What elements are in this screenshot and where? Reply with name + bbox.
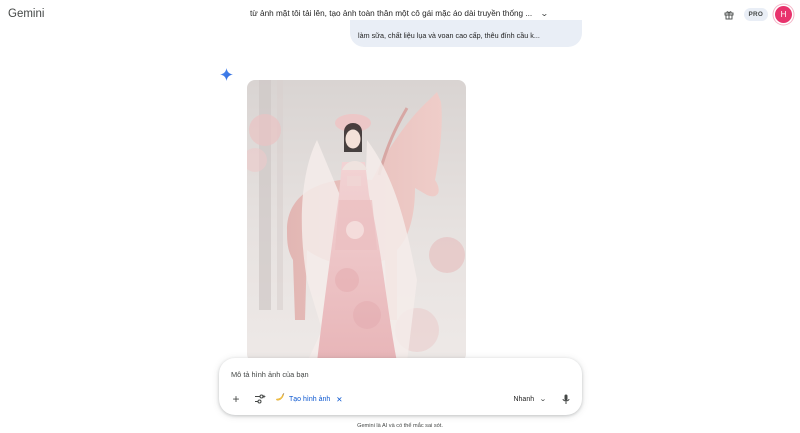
composer-toolbar: + Tạo hình ảnh ✕ Nhanh ⌄: [229, 392, 572, 406]
tools-icon[interactable]: [253, 392, 267, 406]
gemini-app: Gemini từ ảnh mặt tôi tải lên, tạo ảnh t…: [0, 0, 800, 433]
pro-badge[interactable]: PRO: [743, 8, 768, 21]
generated-image[interactable]: [247, 80, 466, 362]
gift-icon[interactable]: [721, 7, 737, 23]
conversation-title-dropdown[interactable]: từ ảnh mặt tôi tải lên, tạo ảnh toàn thâ…: [250, 9, 549, 18]
chevron-down-icon: ⌄: [539, 396, 547, 403]
mode-label: Nhanh: [513, 395, 535, 403]
create-image-chip-label: Tạo hình ảnh: [289, 395, 331, 403]
brand-logo[interactable]: Gemini: [8, 8, 44, 20]
create-image-chip[interactable]: Tạo hình ảnh ✕: [275, 393, 343, 405]
header-actions: PRO H: [721, 6, 792, 23]
plus-icon[interactable]: +: [229, 392, 243, 406]
prompt-composer[interactable]: Mô tả hình ảnh của bạn + Tạo hình ảnh ✕ …: [219, 358, 582, 415]
user-message: làm sữa, chất liệu lụa và voan cao cấp, …: [350, 20, 582, 47]
banana-icon: [275, 393, 285, 405]
conversation-title: từ ảnh mặt tôi tải lên, tạo ảnh toàn thâ…: [250, 9, 533, 18]
avatar[interactable]: H: [775, 6, 792, 23]
microphone-icon[interactable]: [560, 393, 572, 405]
sparkle-icon: [220, 68, 233, 81]
caret-down-icon: ⌄: [540, 9, 549, 18]
close-icon[interactable]: ✕: [336, 395, 342, 404]
disclaimer: Gemini là AI và có thể mắc sai sót.: [357, 423, 443, 429]
model-mode-selector[interactable]: Nhanh ⌄: [513, 395, 547, 404]
prompt-input[interactable]: Mô tả hình ảnh của bạn: [231, 370, 309, 379]
